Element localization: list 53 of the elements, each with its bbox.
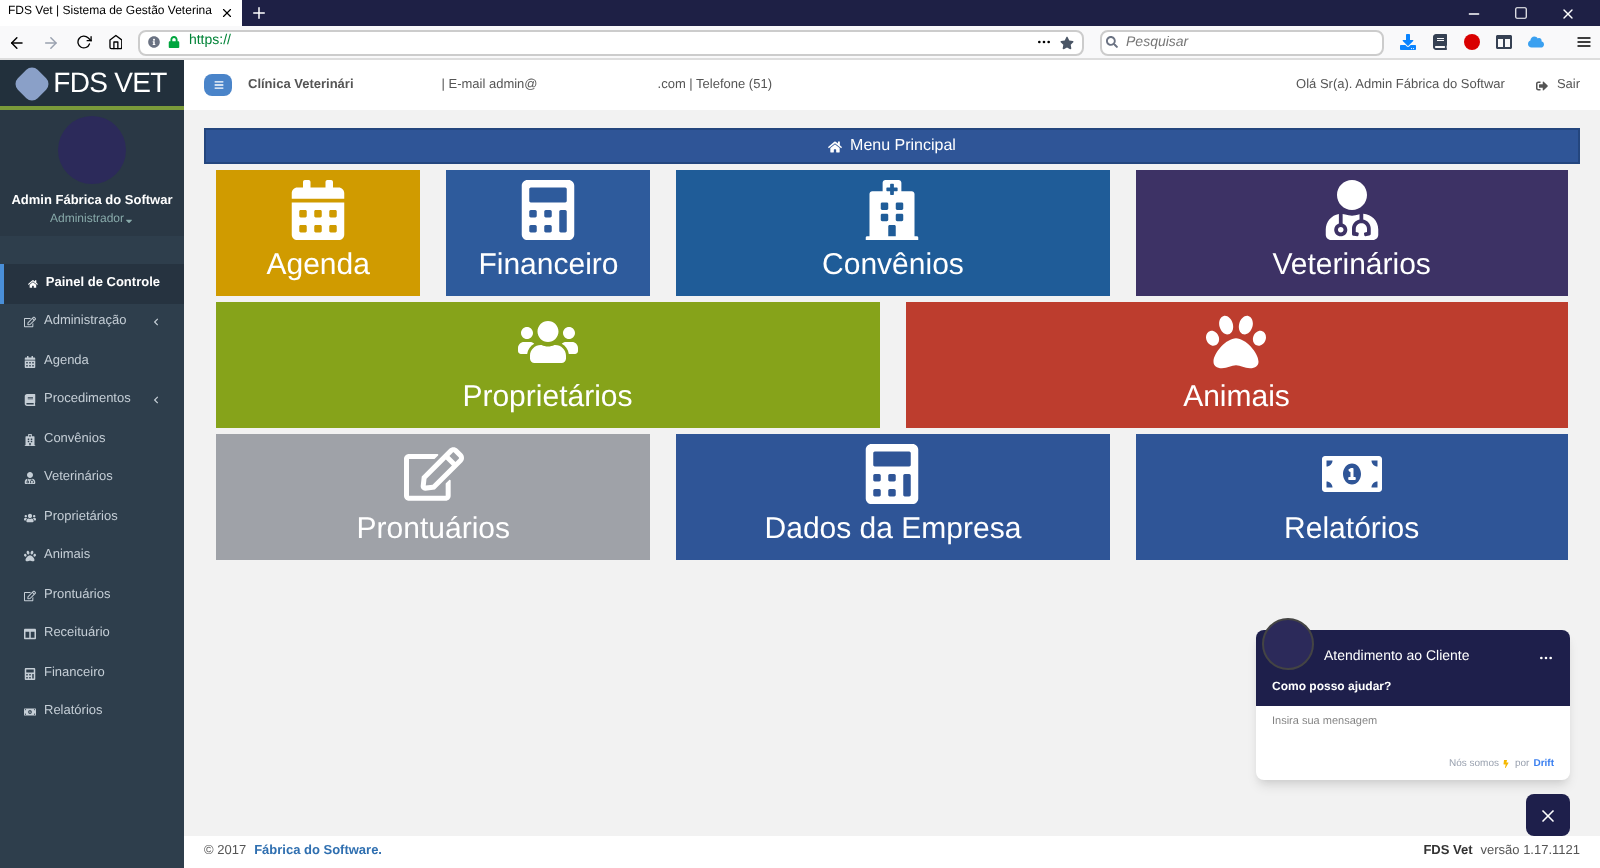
library-icon[interactable] [1432, 34, 1449, 50]
calendar-icon [24, 355, 36, 368]
calendar-icon [288, 180, 349, 241]
menu-tile[interactable]: Dados da Empresa [676, 434, 1110, 560]
bolt-icon [1502, 760, 1511, 769]
calculator-icon [24, 667, 36, 680]
close-icon [1538, 805, 1558, 825]
logout-icon [1536, 79, 1549, 91]
chevron-icon [152, 318, 160, 327]
money-bill-icon [24, 706, 36, 719]
people-icon [24, 511, 36, 524]
menu-tile[interactable]: Animais [905, 302, 1568, 428]
edit-icon [24, 589, 36, 602]
panel-icon [24, 628, 36, 641]
home-icon [28, 277, 38, 290]
cloud-icon[interactable] [1528, 34, 1545, 50]
calculator-icon [862, 444, 923, 505]
book-icon [24, 394, 36, 407]
reload-icon[interactable] [75, 34, 92, 50]
doctor-icon [1321, 180, 1382, 241]
edit-icon [24, 316, 36, 329]
home-icon[interactable] [107, 34, 123, 50]
edit-icon [403, 444, 464, 505]
menu-button[interactable] [204, 74, 232, 96]
star-icon[interactable] [1060, 35, 1075, 49]
menu-tile[interactable]: Veterinários [1135, 170, 1568, 296]
home-icon [828, 139, 843, 153]
doctor-icon [24, 472, 36, 485]
caret-icon [124, 215, 134, 226]
chat-close-button[interactable] [1526, 794, 1570, 836]
hospital-icon [24, 433, 36, 446]
info-icon [148, 36, 161, 48]
download-icon[interactable] [1400, 34, 1417, 50]
maximize-icon[interactable] [1514, 6, 1528, 20]
menu-tile[interactable]: Relatórios [1135, 434, 1568, 560]
chat-avatar [1262, 618, 1314, 670]
new-tab-icon[interactable] [249, 4, 268, 22]
menu-title-bar: Menu Principal [204, 128, 1580, 164]
menu-tile[interactable]: Financeiro [446, 170, 651, 296]
search-icon [1106, 36, 1119, 48]
lock-icon [168, 36, 181, 48]
chevron-icon [152, 396, 160, 405]
menu-tile[interactable]: Convênios [676, 170, 1110, 296]
back-icon[interactable] [8, 33, 26, 51]
menu-icon[interactable] [1576, 34, 1593, 50]
calculator-icon [518, 180, 579, 241]
logo-bar: FDS VET [0, 60, 184, 110]
paw-icon [24, 550, 36, 563]
hospital-icon [862, 180, 923, 241]
paw-icon [1206, 312, 1267, 373]
sidebar-icon[interactable] [1496, 34, 1513, 50]
close-icon[interactable] [219, 6, 234, 20]
menu-icon [213, 80, 223, 90]
